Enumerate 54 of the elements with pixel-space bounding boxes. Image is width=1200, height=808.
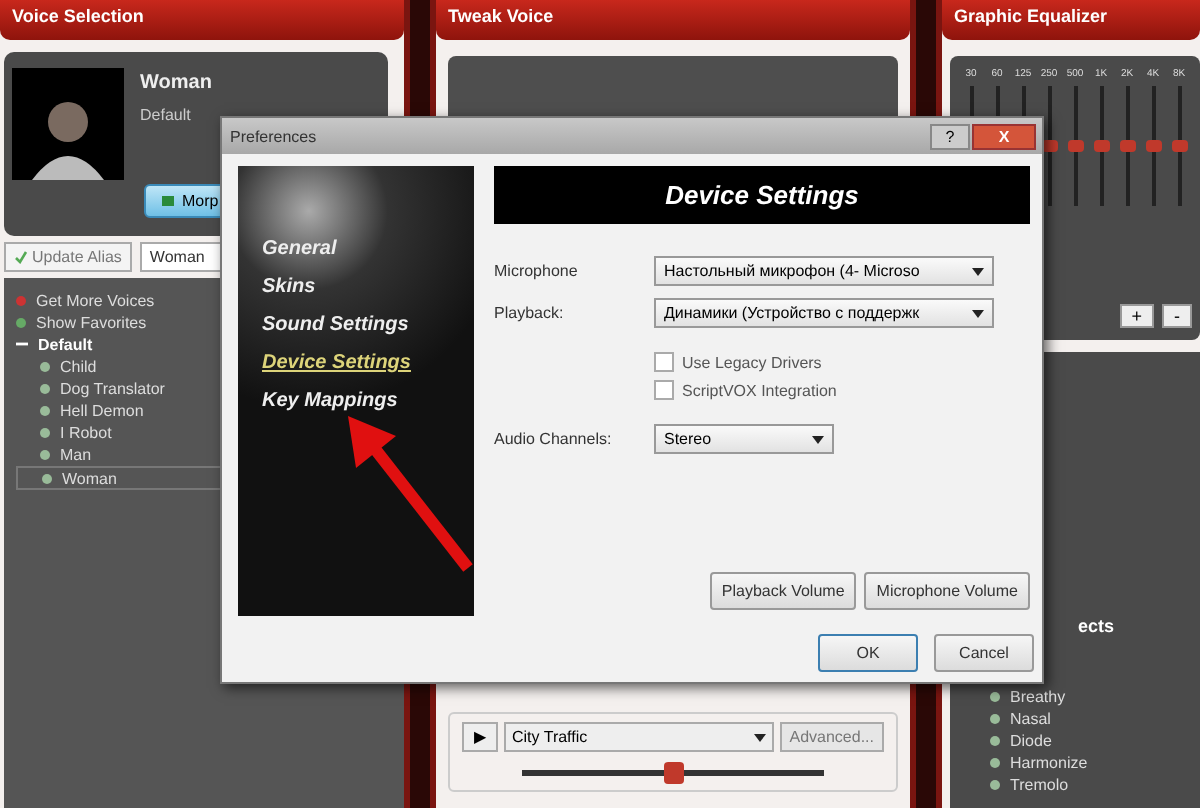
section-heading: Device Settings [494,166,1030,224]
slider-thumb[interactable] [1145,140,1161,152]
play-button[interactable]: ▶ [462,722,498,752]
nav-item[interactable]: Device Settings [262,352,474,374]
device-dropdown[interactable]: Динамики (Устройство с поддержк [654,298,994,328]
voice-item[interactable]: Man [16,444,392,464]
volume-button[interactable]: Playback Volume [709,572,857,610]
nav-item[interactable]: Skins [262,276,474,298]
help-button[interactable]: ? [930,123,970,149]
effect-item[interactable]: Diode [962,730,1188,750]
voice-group: Default [140,106,212,124]
caret-icon [812,435,824,443]
tree-group[interactable]: Default [16,334,392,354]
checkbox[interactable] [654,380,674,400]
update-alias-button[interactable]: Update Alias [4,242,132,272]
field-label: Playback: [494,304,566,322]
effects-title: ects [1078,616,1117,636]
effect-item[interactable]: Breathy [962,686,1188,706]
voice-name: Woman [140,72,212,94]
checkbox[interactable] [654,352,674,372]
field-label: Audio Channels: [494,430,614,448]
effect-item[interactable]: Nasal [962,708,1188,728]
volume-button[interactable]: Microphone Volume [864,572,1030,610]
caret-icon [972,267,984,275]
panel-header: Voice Selection [0,0,404,40]
close-button[interactable]: X [972,123,1036,149]
dialog-title: Preferences [230,127,317,145]
voice-item[interactable]: I Robot [16,422,392,442]
equalizer-button[interactable]: + [1119,304,1154,328]
device-dropdown[interactable]: Настольный микрофон (4- Microso [654,256,994,286]
effect-item[interactable]: Harmonize [962,752,1188,772]
background-dropdown[interactable]: City Traffic [504,722,774,752]
channels-dropdown[interactable]: Stereo [654,424,834,454]
checkbox-label: ScriptVOX Integration [682,381,837,399]
nav-item[interactable]: Key Mappings [262,390,474,412]
dialog-button[interactable]: Cancel [934,633,1034,671]
slider-thumb[interactable] [1171,140,1187,152]
effect-item[interactable]: Tremolo [962,774,1188,794]
dialog-button[interactable]: OK [818,633,918,671]
panel-header: Tweak Voice [436,0,910,40]
nav-item[interactable]: Sound Settings [262,314,474,336]
checkmark-icon [14,250,28,264]
caret-icon [753,733,766,741]
photo-placeholder [12,68,124,180]
panel-header: Graphic Equalizer [942,0,1200,40]
caret-icon [972,309,984,317]
slider-thumb[interactable] [1067,140,1083,152]
equalizer-button[interactable]: - [1162,304,1192,328]
checkbox-label: Use Legacy Drivers [682,353,822,371]
slider-thumb[interactable] [1093,140,1109,152]
field-label: Microphone [494,262,580,280]
slider-thumb[interactable] [1119,140,1135,152]
advanced-button[interactable]: Advanced... [779,722,884,752]
slider-thumb[interactable] [663,762,683,784]
